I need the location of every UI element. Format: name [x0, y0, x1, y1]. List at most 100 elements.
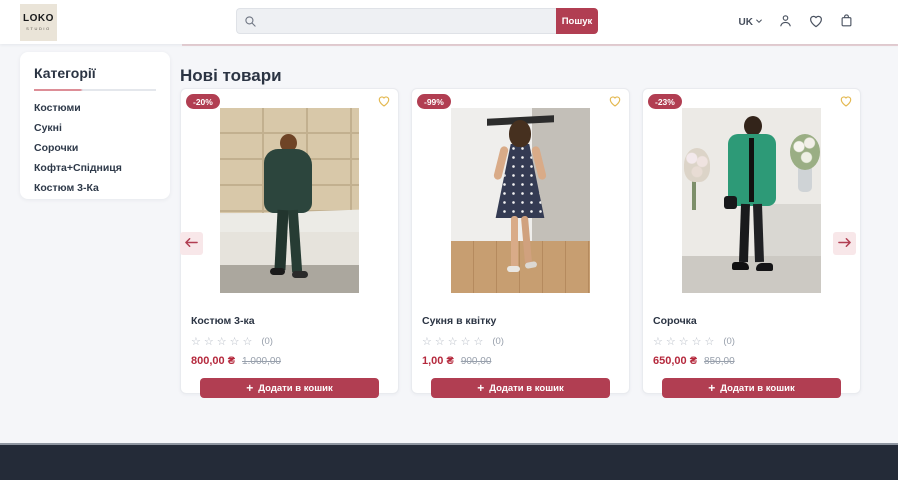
- arrow-left-icon: [185, 236, 198, 251]
- photo-layer: [507, 266, 520, 272]
- heart-icon: [808, 13, 824, 32]
- photo-layer: [724, 196, 737, 209]
- search-button[interactable]: Пошук: [556, 8, 598, 34]
- divider: [34, 89, 156, 91]
- wishlist-button[interactable]: [808, 13, 824, 32]
- sidebar-item-sorochky[interactable]: Сорочки: [34, 138, 156, 158]
- product-title[interactable]: Костюм 3-ка: [191, 315, 388, 327]
- photo-layer: [754, 204, 821, 256]
- photo-layer: [264, 149, 312, 213]
- photo-layer: [270, 268, 285, 275]
- language-switcher[interactable]: UK: [739, 17, 763, 28]
- add-to-cart-label: Додати в кошик: [258, 383, 332, 394]
- sidebar-item-kostium-3ka[interactable]: Костюм 3-Ка: [34, 178, 156, 198]
- add-to-wishlist-button[interactable]: [608, 94, 622, 111]
- rating-stars-icon: ☆☆☆☆☆: [191, 335, 255, 348]
- heart-icon: [377, 96, 391, 111]
- search-icon: [244, 15, 257, 33]
- page-title: Нові товари: [180, 66, 282, 86]
- header-actions: UK: [739, 0, 854, 44]
- banner-edge: [182, 44, 898, 46]
- add-to-cart-label: Додати в кошик: [489, 383, 563, 394]
- add-to-wishlist-button[interactable]: [377, 94, 391, 111]
- add-to-cart-label: Додати в кошик: [720, 383, 794, 394]
- photo-layer: [744, 116, 762, 136]
- add-to-cart-button[interactable]: + Додати в кошик: [662, 378, 841, 398]
- photo-layer: [749, 138, 754, 202]
- rating-stars-icon: ☆☆☆☆☆: [422, 335, 486, 348]
- discount-badge: -23%: [648, 94, 682, 109]
- sidebar-item-sukni[interactable]: Сукні: [34, 118, 156, 138]
- photo-layer: [732, 262, 749, 270]
- price-current: 800,00 ₴: [191, 355, 235, 367]
- rating-count: (0): [723, 336, 735, 347]
- logo-subtitle: STUDIO: [26, 26, 51, 31]
- heart-icon: [608, 96, 622, 111]
- discount-badge: -99%: [417, 94, 451, 109]
- price-current: 650,00 ₴: [653, 355, 697, 367]
- product-rating: ☆☆☆☆☆ (0): [191, 335, 388, 348]
- plus-icon: +: [477, 382, 484, 394]
- logo[interactable]: LOKO STUDIO: [20, 4, 57, 41]
- language-label: UK: [739, 17, 753, 28]
- product-image[interactable]: [220, 108, 359, 293]
- categories-title: Категорії: [34, 65, 156, 81]
- discount-badge: -20%: [186, 94, 220, 109]
- heart-icon: [839, 96, 853, 111]
- photo-layer: [682, 256, 821, 293]
- shopping-bag-icon: [839, 13, 854, 31]
- product-title[interactable]: Сукня в квітку: [422, 315, 619, 327]
- photo-layer: [451, 241, 590, 293]
- plus-icon: +: [708, 382, 715, 394]
- product-info: Костюм 3-ка ☆☆☆☆☆ (0) 800,00 ₴ 1.000,00 …: [181, 293, 398, 398]
- photo-layer: [684, 148, 710, 182]
- rating-count: (0): [261, 336, 273, 347]
- photo-layer: [756, 263, 773, 271]
- product-image[interactable]: [682, 108, 821, 293]
- product-rating: ☆☆☆☆☆ (0): [422, 335, 619, 348]
- product-prices: 650,00 ₴ 850,00: [653, 355, 850, 367]
- price-old: 900,00: [461, 356, 492, 367]
- product-card: -99% Сукня в квітку ☆☆☆☆☆ (0) 1,00 ₴ 900…: [411, 88, 630, 394]
- plus-icon: +: [246, 382, 253, 394]
- logo-name: LOKO: [23, 14, 54, 24]
- user-icon: [778, 13, 793, 31]
- arrow-right-icon: [838, 236, 851, 251]
- product-info: Сорочка ☆☆☆☆☆ (0) 650,00 ₴ 850,00 + Дода…: [643, 293, 860, 398]
- categories-panel: Категорії Костюми Сукні Сорочки Кофта+Сп…: [20, 52, 170, 199]
- product-prices: 800,00 ₴ 1.000,00: [191, 355, 388, 367]
- carousel-prev-button[interactable]: [180, 232, 203, 255]
- footer: [0, 443, 898, 480]
- rating-count: (0): [492, 336, 504, 347]
- product-info: Сукня в квітку ☆☆☆☆☆ (0) 1,00 ₴ 900,00 +…: [412, 293, 629, 398]
- photo-layer: [692, 180, 696, 210]
- photo-layer: [790, 134, 820, 170]
- carousel-next-button[interactable]: [833, 232, 856, 255]
- product-rating: ☆☆☆☆☆ (0): [653, 335, 850, 348]
- cart-button[interactable]: [839, 13, 854, 31]
- photo-layer: [509, 120, 531, 147]
- search-input[interactable]: [237, 9, 556, 33]
- search-input-box: [236, 8, 556, 34]
- product-prices: 1,00 ₴ 900,00: [422, 355, 619, 367]
- rating-stars-icon: ☆☆☆☆☆: [653, 335, 717, 348]
- product-card: -23% Сорочка ☆☆☆☆☆ (0) 650,00 ₴ 850,00: [642, 88, 861, 394]
- product-image[interactable]: [451, 108, 590, 293]
- add-to-wishlist-button[interactable]: [839, 94, 853, 111]
- photo-layer: [220, 265, 359, 293]
- product-card: -20% Костюм 3-ка ☆☆☆☆☆ (0) 800,00 ₴ 1.00…: [180, 88, 399, 394]
- account-button[interactable]: [778, 13, 793, 31]
- header: LOKO STUDIO Пошук UK: [0, 0, 898, 44]
- add-to-cart-button[interactable]: + Додати в кошик: [431, 378, 610, 398]
- sidebar-item-kofta-spidnytsia[interactable]: Кофта+Спідниця: [34, 158, 156, 178]
- add-to-cart-button[interactable]: + Додати в кошик: [200, 378, 379, 398]
- chevron-down-icon: [755, 17, 763, 28]
- categories-list: Костюми Сукні Сорочки Кофта+Спідниця Кос…: [34, 98, 156, 198]
- sidebar-item-kostiumy[interactable]: Костюми: [34, 98, 156, 118]
- price-current: 1,00 ₴: [422, 355, 454, 367]
- photo-layer: [292, 271, 308, 278]
- product-title[interactable]: Сорочка: [653, 315, 850, 327]
- price-old: 1.000,00: [242, 356, 281, 367]
- photo-layer: [511, 216, 518, 268]
- price-old: 850,00: [704, 356, 735, 367]
